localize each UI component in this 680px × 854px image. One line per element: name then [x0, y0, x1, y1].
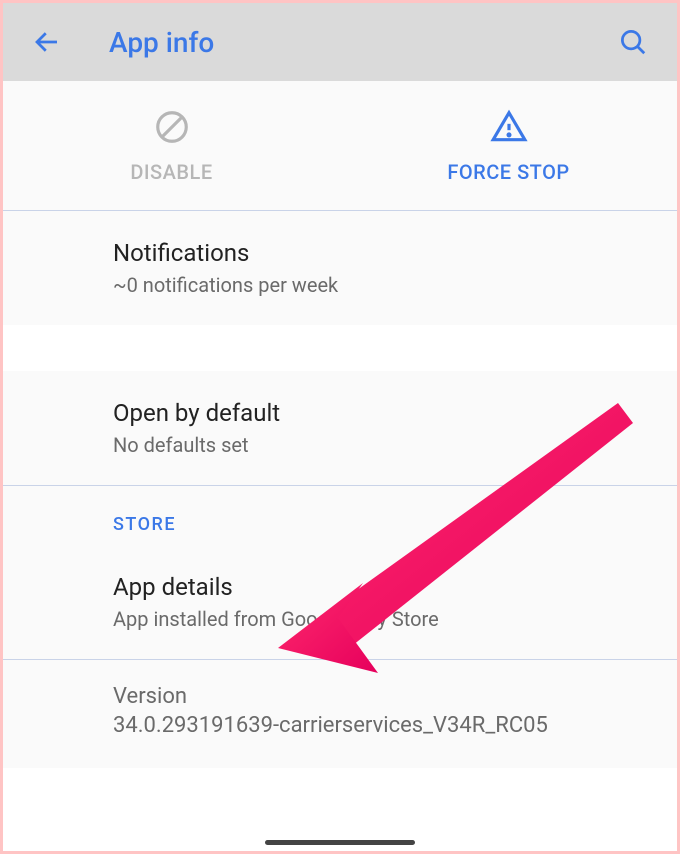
open-by-default-item[interactable]: Open by default No defaults set [3, 371, 677, 486]
force-stop-label: FORCE STOP [447, 160, 569, 184]
navigation-handle[interactable] [265, 840, 415, 845]
store-section-header: STORE [3, 486, 677, 545]
version-item: Version 34.0.293191639-carrierservices_V… [3, 659, 677, 768]
version-label: Version [113, 684, 653, 709]
notifications-item[interactable]: Notifications ~0 notifications per week [3, 211, 677, 325]
back-arrow-icon [32, 27, 62, 57]
app-details-item[interactable]: App details App installed from Google Pl… [3, 545, 677, 659]
force-stop-button[interactable]: FORCE STOP [340, 81, 677, 210]
page-title: App info [109, 26, 613, 59]
section-gap [3, 325, 677, 371]
notifications-title: Notifications [113, 239, 653, 267]
search-icon [618, 27, 648, 57]
back-button[interactable] [27, 22, 67, 62]
app-details-subtitle: App installed from Google Play Store [113, 607, 653, 631]
disable-button[interactable]: DISABLE [3, 81, 340, 210]
notifications-subtitle: ~0 notifications per week [113, 273, 653, 297]
warning-icon [490, 108, 528, 146]
open-by-default-subtitle: No defaults set [113, 433, 653, 457]
action-row: DISABLE FORCE STOP [3, 81, 677, 211]
disable-icon [153, 108, 191, 146]
app-bar: App info [3, 3, 677, 81]
content-area: DISABLE FORCE STOP Notifications ~0 noti… [3, 81, 677, 768]
search-button[interactable] [613, 22, 653, 62]
app-details-title: App details [113, 573, 653, 601]
disable-label: DISABLE [130, 160, 212, 184]
version-value: 34.0.293191639-carrierservices_V34R_RC05 [113, 713, 653, 738]
open-by-default-title: Open by default [113, 399, 653, 427]
